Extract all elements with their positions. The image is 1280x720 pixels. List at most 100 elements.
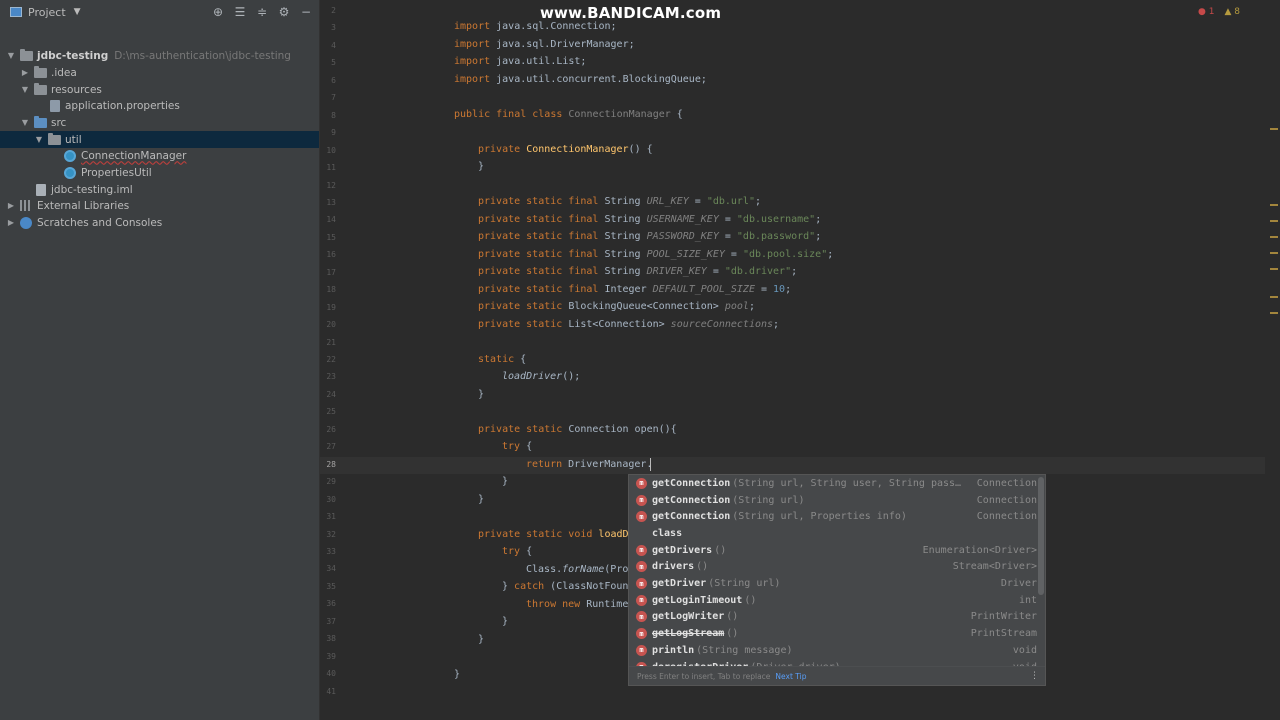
completion-name: getDrivers [652,544,713,556]
line-number: 7 [331,93,336,103]
tree-item-scratches[interactable]: ▶ Scratches and Consoles [0,214,319,231]
warning-marker[interactable] [1270,128,1278,130]
completion-item[interactable]: m getConnection (String url) Connection [629,492,1037,509]
popup-scrollbar[interactable] [1038,477,1044,595]
bandicam-watermark: www.BANDICAM.com [540,4,722,22]
properties-file-icon [50,99,60,112]
chevron-right-icon[interactable]: ▶ [6,201,16,210]
warning-marker[interactable] [1270,220,1278,222]
code-line: private static final String DRIVER_KEY =… [478,266,798,277]
code-line: import java.util.concurrent.BlockingQueu… [454,74,707,85]
completion-item[interactable]: m getDrivers() Enumeration<Driver> [629,542,1037,559]
code-line: private static void loadD [478,529,629,540]
completion-return-type: Connection [976,477,1037,489]
chevron-down-icon[interactable]: ▼ [20,85,30,94]
tree-item-iml[interactable]: jdbc-testing.iml [0,181,319,198]
line-number: 18 [326,285,336,295]
completion-return-type: int [1018,594,1037,606]
next-tip-link[interactable]: Next Tip [775,672,806,681]
module-file-icon [36,183,46,196]
warning-marker[interactable] [1270,204,1278,206]
popup-hint: Press Enter to insert, Tab to replace [637,671,771,681]
error-count[interactable]: ● 1 [1198,7,1214,17]
line-number: 12 [326,180,336,190]
line-number: 39 [326,651,336,661]
completion-item[interactable]: m println (String message) void [629,642,1037,659]
line-number: 27 [326,442,336,452]
class-icon [64,149,76,162]
method-icon: m [636,511,647,523]
completion-name: getDriver [652,578,707,590]
completion-item[interactable]: m getLogWriter() PrintWriter [629,609,1037,626]
code-line: return DriverManager. [526,459,653,470]
code-completion-popup[interactable]: m getConnection (String url, String user, … [628,474,1046,686]
more-options-icon[interactable]: ⋮ [1030,671,1039,681]
code-line: } [478,389,485,400]
folder-icon [34,82,47,95]
method-icon: m [636,561,647,573]
code-line: } [454,669,461,680]
warning-marker[interactable] [1270,296,1278,298]
tree-item-external-libraries[interactable]: ▶ External Libraries [0,197,319,214]
editor-scrollbar[interactable] [1268,0,1280,720]
code-line: import java.sql.DriverManager; [454,39,635,50]
completion-item[interactable]: m getDriver (String url) Driver [629,575,1037,592]
completion-name: getLogStream [652,628,725,640]
collapse-all-icon[interactable]: ≑ [255,3,269,21]
line-number: 16 [326,250,336,260]
completion-item[interactable]: m getConnection (String url, String user, … [629,475,1037,492]
tree-item-jdbc-testing[interactable]: ▼ jdbc-testing D:\ms-authentication\jdbc… [0,47,319,64]
completion-item[interactable]: m getLogStream() PrintStream [629,625,1037,642]
chevron-down-icon[interactable]: ▼ [34,135,44,144]
line-number: 19 [326,302,336,312]
tree-item-idea[interactable]: ▶ .idea [0,64,319,81]
module-path: D:\ms-authentication\jdbc-testing [114,49,291,62]
chevron-down-icon[interactable]: ▼ [20,118,30,127]
line-number: 24 [326,389,336,399]
minimize-icon[interactable]: − [299,3,313,21]
completion-return-type: Connection [976,494,1037,506]
chevron-down-icon[interactable]: ▼ [74,7,81,17]
completion-item[interactable]: class [629,525,1037,542]
inspection-widget[interactable]: ● 1 ▲ 8 [1198,7,1240,17]
completion-name: getConnection [652,494,731,506]
completion-name: getLoginTimeout [652,594,743,606]
line-number: 20 [326,320,336,330]
completion-name: println [652,644,695,656]
target-icon[interactable]: ⊕ [211,3,225,21]
line-number: 25 [326,407,336,417]
line-number: 17 [326,267,336,277]
completion-item[interactable]: m getConnection (String url, Properties in… [629,508,1037,525]
chevron-right-icon[interactable]: ▶ [20,68,30,77]
chevron-right-icon[interactable]: ▶ [6,218,16,227]
line-number: 9 [331,128,336,138]
tree-item-util[interactable]: ▼ util [0,131,319,148]
tree-item-connectionmanager[interactable]: ConnectionManager [0,147,319,164]
code-line: } catch (ClassNotFoun [502,581,629,592]
warning-marker[interactable] [1270,252,1278,254]
warning-marker[interactable] [1270,268,1278,270]
completion-signature: (String message) [696,644,793,656]
chevron-down-icon[interactable]: ▼ [6,51,16,60]
completion-signature: () [714,544,727,556]
code-line: private static final String PASSWORD_KEY… [478,231,822,242]
gear-icon[interactable]: ⚙ [277,3,291,21]
warning-marker[interactable] [1270,236,1278,238]
completion-item[interactable]: m drivers() Stream<Driver> [629,559,1037,576]
warning-count[interactable]: ▲ 8 [1224,7,1240,17]
tree-item-resources[interactable]: ▼ resources [0,81,319,98]
completion-item[interactable]: m getLoginTimeout() int [629,592,1037,609]
code-line: static { [478,354,527,365]
source-folder-icon [34,115,47,128]
warning-marker[interactable] [1270,312,1278,314]
code-line: try { [502,546,533,557]
tree-item-propertiesutil[interactable]: PropertiesUtil [0,164,319,181]
line-number: 33 [326,546,336,556]
project-view-selector[interactable]: Project [28,6,66,19]
completion-signature: () [696,561,709,573]
tree-item-src[interactable]: ▼ src [0,114,319,131]
expand-all-icon[interactable]: ☰ [233,3,247,21]
completion-name: class [652,527,683,539]
line-number: 10 [326,145,336,155]
tree-item-application-properties[interactable]: application.properties [0,97,319,114]
